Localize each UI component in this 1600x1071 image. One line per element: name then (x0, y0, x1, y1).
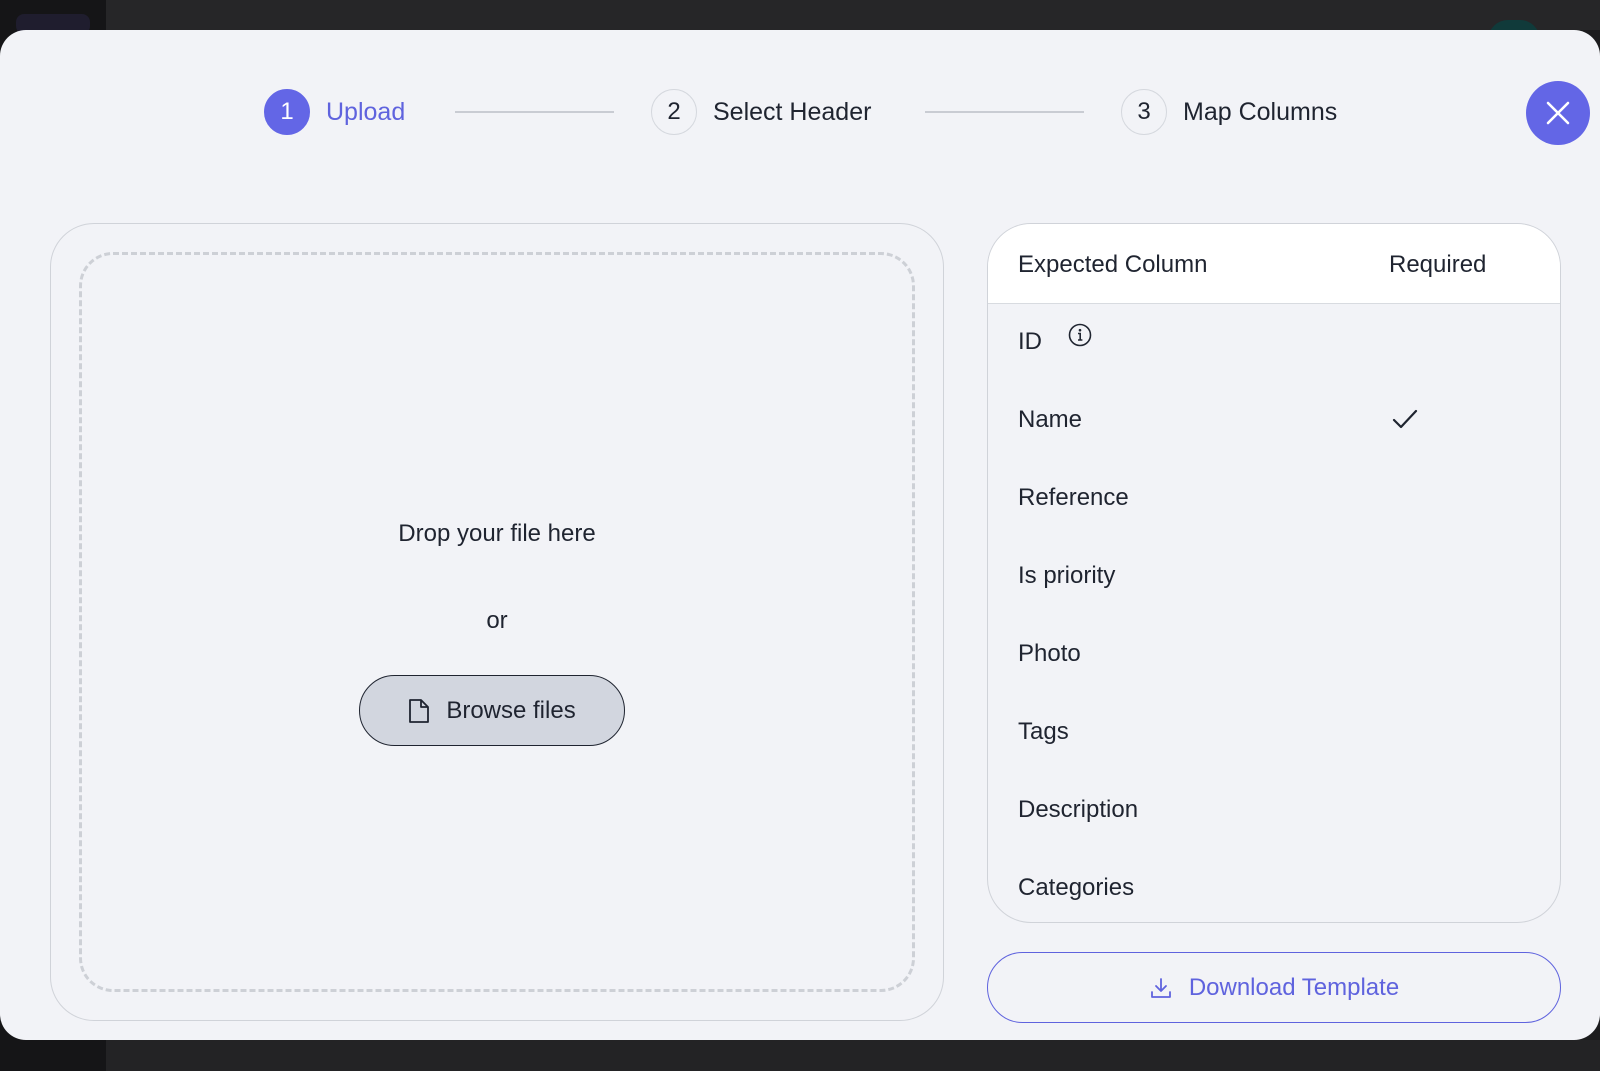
table-row: Photo (988, 616, 1560, 694)
required-header: Required (1389, 251, 1487, 278)
step-select-header[interactable]: 2 Select Header (651, 86, 871, 138)
table-row: Description (988, 772, 1560, 850)
upload-panel: Drop your file here or Browse files (50, 223, 944, 1021)
expected-columns-table: Expected Column Required ID Name Referen… (987, 223, 1561, 923)
column-name: Name (1018, 406, 1083, 433)
step-number: 3 (1121, 89, 1167, 135)
table-row: Reference (988, 460, 1560, 538)
download-icon (1150, 977, 1171, 998)
column-name: Categories (1018, 874, 1135, 901)
or-separator: or (486, 607, 508, 634)
check-icon (1392, 409, 1418, 429)
column-name: ID (1018, 328, 1042, 355)
table-row: Tags (988, 694, 1560, 772)
step-connector (925, 111, 1084, 113)
table-row: Is priority (988, 538, 1560, 616)
browse-files-button[interactable]: Browse files (359, 675, 625, 746)
column-name: Description (1018, 796, 1139, 823)
step-upload[interactable]: 1 Upload (264, 86, 405, 138)
table-header: Expected Column Required (988, 224, 1560, 304)
table-row: Name (988, 382, 1560, 460)
info-icon[interactable] (1067, 322, 1093, 348)
step-label: Select Header (713, 97, 872, 126)
table-row: ID (988, 304, 1560, 382)
step-label: Upload (326, 97, 406, 126)
step-number: 1 (264, 89, 310, 135)
table-row: Categories (988, 850, 1560, 922)
drop-instructions: Drop your file here (398, 520, 596, 547)
step-label: Map Columns (1183, 97, 1338, 126)
backdrop-top-bar (0, 0, 1600, 30)
close-button[interactable] (1526, 81, 1590, 145)
file-icon (409, 698, 430, 723)
step-number: 2 (651, 89, 697, 135)
download-template-label: Download Template (1188, 973, 1400, 1001)
import-modal: 1 Upload 2 Select Header 3 Map Columns D… (0, 30, 1600, 1040)
download-template-button[interactable]: Download Template (987, 952, 1561, 1023)
file-drop-zone[interactable]: Drop your file here or Browse files (79, 252, 915, 992)
column-name: Reference (1018, 484, 1129, 511)
column-name: Is priority (1018, 562, 1116, 589)
stepper: 1 Upload 2 Select Header 3 Map Columns (0, 86, 1600, 138)
step-map-columns[interactable]: 3 Map Columns (1121, 86, 1337, 138)
column-name: Tags (1018, 718, 1069, 745)
backdrop-bottom-bar (106, 1040, 1600, 1071)
column-name: Photo (1018, 640, 1081, 667)
expected-column-header: Expected Column (1018, 251, 1208, 278)
browse-files-label: Browse files (446, 696, 576, 724)
close-icon (1546, 101, 1570, 125)
step-connector (455, 111, 614, 113)
